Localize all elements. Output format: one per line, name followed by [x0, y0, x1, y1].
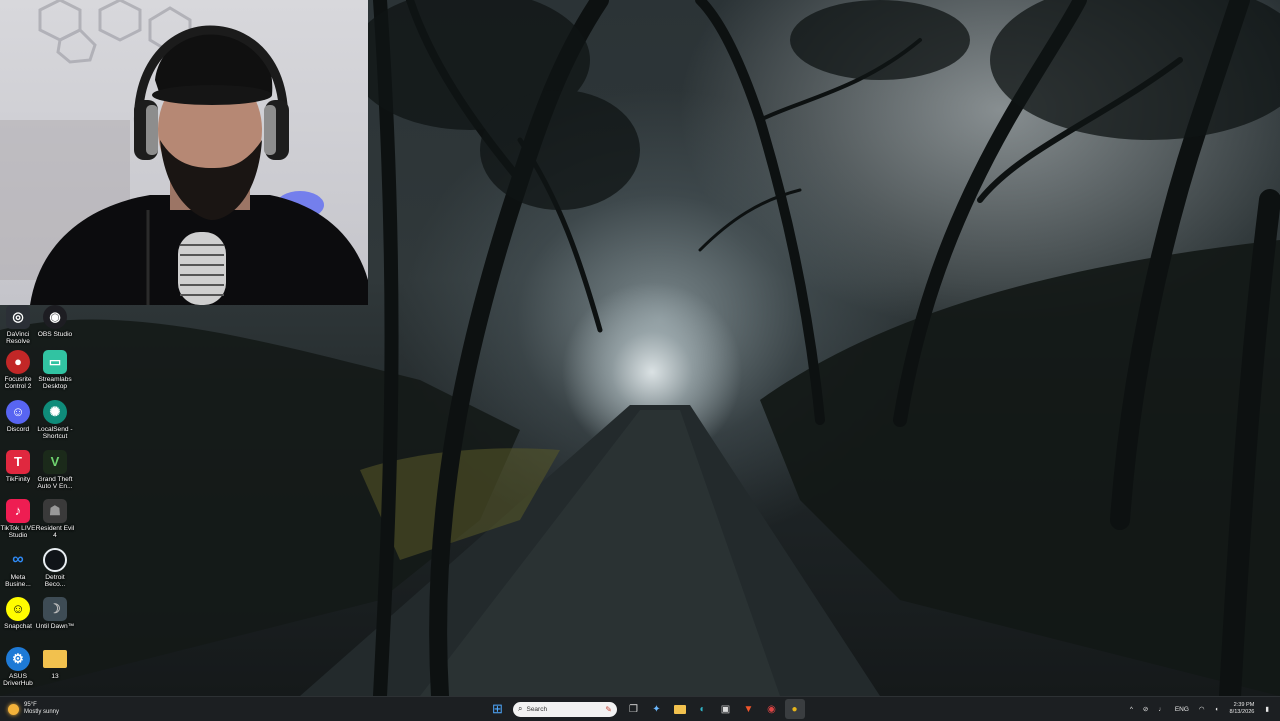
- focusrite-icon: ●: [6, 350, 30, 374]
- taskbar-center: ⊞ ⌕ Search ✎ ❐ ✦ ◐ ▣ ▼ ◉ ●: [486, 699, 806, 719]
- discord-icon: ☺: [6, 400, 30, 424]
- asus-driverhub-icon: ⚙: [6, 647, 30, 671]
- edge-icon: ◐: [699, 703, 706, 715]
- desktop-icon-focusrite[interactable]: ● Focusrite Control 2: [0, 350, 38, 391]
- desktop-icon-asus-driverhub[interactable]: ⚙ ASUS DriverHub: [0, 647, 38, 688]
- search-placeholder: Search: [526, 705, 548, 713]
- snapchat-icon: ☺: [6, 597, 30, 621]
- edge-button[interactable]: ◐: [693, 699, 713, 719]
- desktop-icon-davinci-resolve[interactable]: ◎ DaVinci Resolve: [0, 305, 38, 346]
- tray-overflow-button[interactable]: ^: [1130, 706, 1133, 713]
- tiktok-live-studio-icon: ♪: [6, 499, 30, 523]
- desktop-icon-obs-studio[interactable]: ◉ OBS Studio: [35, 305, 75, 338]
- taskbar-search-box[interactable]: ⌕ Search ✎: [513, 701, 617, 717]
- tikfinity-icon: T: [6, 450, 30, 474]
- localsend-icon: ✺: [43, 400, 67, 424]
- microphone-icon[interactable]: ♩: [1158, 706, 1165, 713]
- clock[interactable]: 2:39 PM 8/13/2026: [1230, 702, 1255, 716]
- copilot-button[interactable]: ✦: [647, 699, 667, 719]
- desktop-icon-tiktok-live-studio[interactable]: ♪ TikTok LIVE Studio: [0, 499, 38, 540]
- copilot-icon: ✦: [652, 703, 661, 715]
- store-button[interactable]: ▣: [716, 699, 736, 719]
- desktop-icon-meta-business[interactable]: ∞ Meta Busine...: [0, 548, 38, 589]
- notification-icon[interactable]: ▮: [1265, 705, 1269, 713]
- desktop-icon-localsend[interactable]: ✺ LocalSend - Shortcut: [35, 400, 75, 441]
- search-icon: ⌕: [518, 704, 523, 713]
- search-highlight-icon: ✎: [605, 704, 612, 714]
- desktop-icon-resident-evil-4[interactable]: ☗ Resident Evil 4: [35, 499, 75, 540]
- weather-temperature: 95°F: [24, 702, 37, 708]
- desktop-icon-gta-v[interactable]: V Grand Theft Auto V En...: [35, 450, 75, 491]
- obs-icon: ◉: [767, 703, 776, 715]
- until-dawn-icon: ☽: [43, 597, 67, 621]
- desktop-icon-until-dawn[interactable]: ☽ Until Dawn™: [35, 597, 75, 630]
- davinci-resolve-icon: ◎: [6, 305, 30, 329]
- chrome-button[interactable]: ●: [784, 699, 805, 719]
- clock-time: 2:39 PM: [1233, 702, 1255, 708]
- meta-business-icon: ∞: [12, 551, 24, 569]
- weather-widget[interactable]: 95°F Mostly sunny: [8, 700, 59, 718]
- task-view-icon: ❐: [629, 703, 638, 715]
- brave-icon: ▼: [743, 703, 754, 715]
- volume-icon[interactable]: ◖: [1215, 706, 1219, 713]
- folder-icon: [673, 704, 686, 714]
- detroit-become-human-icon: [43, 548, 67, 572]
- resident-evil-4-icon: ☗: [43, 499, 67, 523]
- desktop-icon-tikfinity[interactable]: T TikFinity: [0, 450, 38, 483]
- desktop-icon-folder-13[interactable]: 13: [35, 647, 75, 680]
- folder-icon: [43, 650, 67, 668]
- start-button[interactable]: ⊞: [488, 699, 508, 719]
- gta-v-icon: V: [43, 450, 67, 474]
- windows-start-icon: ⊞: [492, 701, 503, 716]
- desktop-icon-snapchat[interactable]: ☺ Snapchat: [0, 597, 38, 630]
- task-view-button[interactable]: ❐: [624, 699, 644, 719]
- desktop-icon-detroit-become-human[interactable]: Detroit Beco...: [35, 548, 75, 589]
- obs-studio-icon: ◉: [43, 305, 67, 329]
- sun-icon: [8, 703, 19, 715]
- brave-button[interactable]: ▼: [739, 699, 759, 719]
- streamlabs-icon: ▭: [43, 350, 67, 374]
- chrome-icon: ●: [791, 703, 798, 715]
- desktop-icon-discord[interactable]: ☺ Discord: [0, 400, 38, 433]
- webcam-overlay: [0, 0, 368, 305]
- desktop-icon-streamlabs[interactable]: ▭ Streamlabs Desktop: [35, 350, 75, 391]
- network-off-icon[interactable]: ⊘: [1143, 705, 1148, 713]
- language-indicator[interactable]: ENG: [1175, 706, 1189, 713]
- obs-button[interactable]: ◉: [762, 699, 782, 719]
- wifi-icon[interactable]: ◠: [1199, 705, 1205, 713]
- taskbar: 95°F Mostly sunny ⊞ ⌕ Search ✎ ❐ ✦ ◐ ▣ ▼: [0, 696, 1280, 721]
- store-icon: ▣: [720, 703, 731, 715]
- file-explorer-button[interactable]: [670, 699, 690, 719]
- weather-condition: Mostly sunny: [24, 709, 60, 715]
- clock-date: 8/13/2026: [1229, 709, 1255, 715]
- system-tray: ^ ⊘ ♩ ENG ◠ ◖ 2:39 PM 8/13/2026 ▮: [1125, 699, 1274, 719]
